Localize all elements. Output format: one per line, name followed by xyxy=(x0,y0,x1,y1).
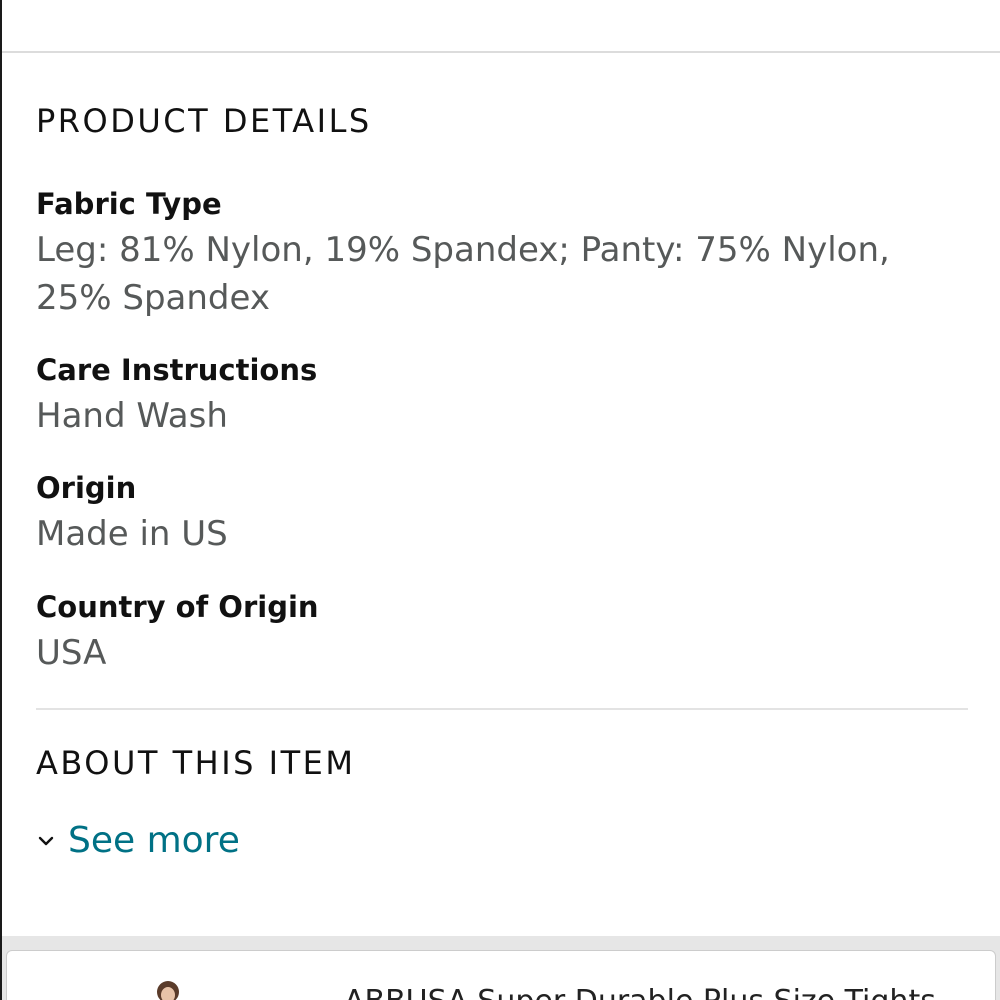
see-more-label: See more xyxy=(68,820,240,861)
top-divider xyxy=(2,51,1000,53)
detail-value: Hand Wash xyxy=(36,396,228,436)
related-product-title[interactable]: ABBUSA Super Durable Plus Size Tights xyxy=(344,984,936,1000)
product-thumbnail-icon xyxy=(157,981,179,1000)
product-details-heading: PRODUCT DETAILS xyxy=(36,102,372,140)
about-this-item-heading: ABOUT THIS ITEM xyxy=(36,744,356,782)
section-divider xyxy=(36,708,968,710)
detail-care-instructions: Care Instructions Hand Wash xyxy=(36,352,956,440)
detail-label: Origin xyxy=(36,471,137,505)
detail-value: USA xyxy=(36,633,107,673)
detail-value: Made in US xyxy=(36,514,228,554)
detail-value: Leg: 81% Nylon, 19% Spandex; Panty: 75% … xyxy=(36,226,956,322)
detail-label: Care Instructions xyxy=(36,353,318,387)
detail-origin: Origin Made in US xyxy=(36,470,956,558)
chevron-down-icon xyxy=(38,836,54,845)
detail-fabric-type: Fabric Type Leg: 81% Nylon, 19% Spandex;… xyxy=(36,186,956,322)
detail-country-of-origin: Country of Origin USA xyxy=(36,589,956,677)
detail-label: Country of Origin xyxy=(36,590,319,624)
detail-value-line: Leg: 81% Nylon, 19% Spandex; Panty: 75% … xyxy=(36,230,890,270)
detail-value-line: 25% Spandex xyxy=(36,278,270,318)
detail-label: Fabric Type xyxy=(36,187,222,221)
product-page: PRODUCT DETAILS Fabric Type Leg: 81% Nyl… xyxy=(0,0,1000,1000)
see-more-link[interactable]: See more xyxy=(36,820,240,861)
